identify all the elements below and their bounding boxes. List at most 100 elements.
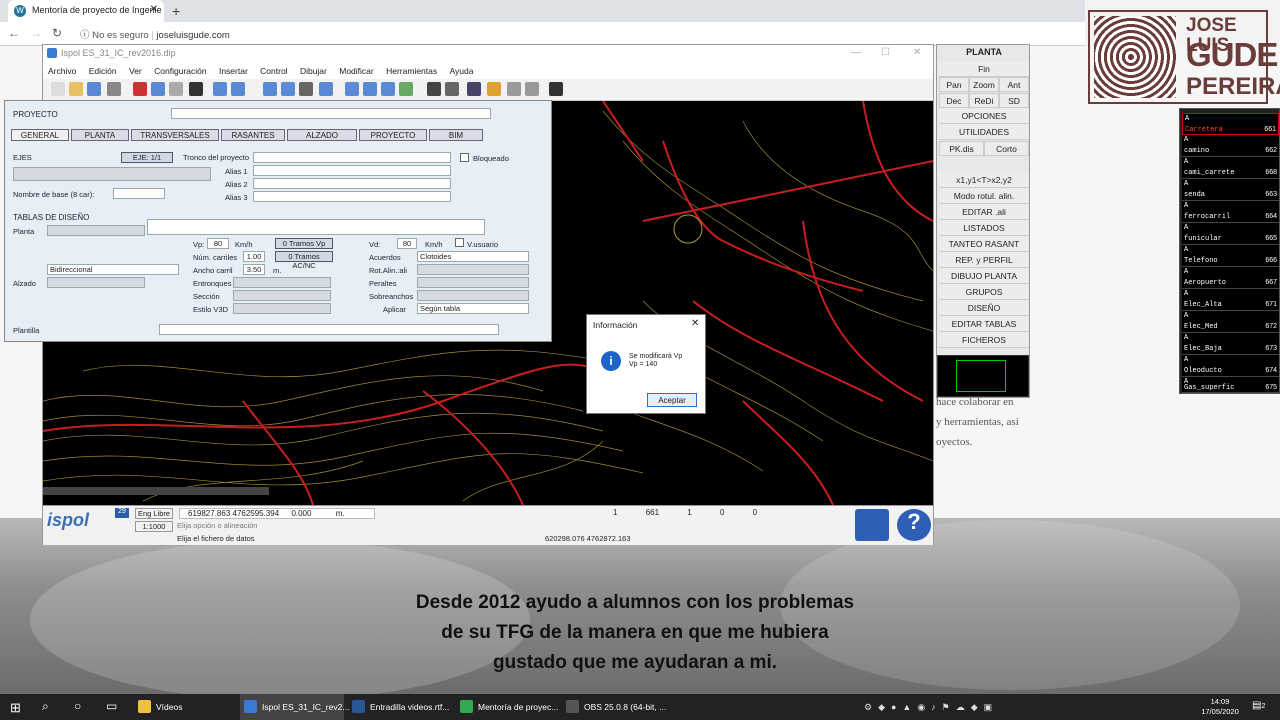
listados-button[interactable]: LISTADOS <box>939 221 1029 236</box>
new-tab-icon[interactable]: + <box>172 3 180 19</box>
toolbar-tool-icon[interactable] <box>487 82 501 96</box>
layer-item[interactable]: Acami_carrete 668 <box>1182 157 1279 179</box>
alzado-table-field[interactable] <box>47 277 145 288</box>
menu-control[interactable]: Control <box>260 63 287 76</box>
minimize-icon[interactable]: — <box>851 47 861 58</box>
tab-proyecto[interactable]: PROYECTO <box>359 129 427 141</box>
pkdis-button[interactable]: PK.dis <box>939 141 984 156</box>
search-icon[interactable]: ⌕ <box>42 699 49 714</box>
layer-item[interactable]: Acamino 662 <box>1182 135 1279 157</box>
menu-ayuda[interactable]: Ayuda <box>450 63 474 76</box>
toolbar-tool-icon[interactable] <box>363 82 377 96</box>
editar-ali-button[interactable]: EDITAR .ali <box>939 205 1029 220</box>
layer-item[interactable]: A Telefono 666 <box>1182 245 1279 267</box>
toolbar-tool-icon[interactable] <box>381 82 395 96</box>
grupos-button[interactable]: GRUPOS <box>939 285 1029 300</box>
eng-libre-button[interactable]: Eng Libre <box>135 508 173 519</box>
toolbar-tool-icon[interactable] <box>263 82 277 96</box>
taskbar-item-chrome[interactable]: Mentoría de proyec... <box>456 694 560 720</box>
rot-alin-field[interactable] <box>417 264 529 275</box>
toolbar-tool-icon[interactable] <box>51 82 65 96</box>
tab-rasantes[interactable]: RASANTES <box>221 129 285 141</box>
corto-button[interactable]: Corto <box>984 141 1029 156</box>
layer-item[interactable]: A Oleoducto 674 <box>1182 355 1279 377</box>
windows-start-icon[interactable]: ⊞ <box>10 700 21 716</box>
sobreanchos-field[interactable] <box>417 290 529 301</box>
aplicar-select[interactable]: Según tabla <box>417 303 529 314</box>
layer-item[interactable]: A Elec_Med 672 <box>1182 311 1279 333</box>
alias-1-field[interactable] <box>253 165 451 176</box>
opciones-button[interactable]: OPCIONES <box>939 109 1029 124</box>
tab-bim[interactable]: BIM <box>429 129 483 141</box>
toolbar-tool-icon[interactable] <box>69 82 83 96</box>
forward-icon[interactable]: → <box>30 26 42 40</box>
tab-planta[interactable]: PLANTA <box>71 129 129 141</box>
toolbar-tool-icon[interactable] <box>281 82 295 96</box>
bloqueado-checkbox[interactable] <box>460 153 469 162</box>
reload-icon[interactable]: ↻ <box>52 26 62 40</box>
ant-button[interactable]: Ant <box>999 77 1029 92</box>
alias-2-field[interactable] <box>253 178 451 189</box>
seccion-field[interactable] <box>233 290 331 301</box>
menu-archivo[interactable]: Archivo <box>48 63 76 76</box>
toolbar-tool-icon[interactable] <box>189 82 203 96</box>
fin-button[interactable]: Fin <box>939 62 1029 77</box>
layer-item[interactable]: A Carretera 661 <box>1182 113 1279 135</box>
menu-herramientas[interactable]: Herramientas <box>386 63 437 76</box>
ancho-field[interactable]: 3.50 <box>243 264 265 275</box>
vusuario-checkbox[interactable] <box>455 238 464 247</box>
redi-button[interactable]: ReDi <box>969 93 999 108</box>
toolbar-tool-icon[interactable] <box>213 82 227 96</box>
site-logo[interactable]: JOSE LUIS GUDE PEREIRA <box>1088 10 1280 104</box>
menu-configuracion[interactable]: Configuración <box>154 63 206 76</box>
coords-button[interactable]: x1,y1<T>x2,y2 <box>939 173 1029 188</box>
toolbar-tool-icon[interactable] <box>319 82 333 96</box>
taskbar-item-ispol[interactable]: Ispol ES_31_IC_rev2... <box>240 694 349 720</box>
toolbar-tool-icon[interactable] <box>87 82 101 96</box>
toolbar-tool-icon[interactable] <box>507 82 521 96</box>
acuerdos-select[interactable]: Clotoides <box>417 251 529 262</box>
menu-insertar[interactable]: Insertar <box>219 63 248 76</box>
sentido-select[interactable]: Bidireccional <box>47 264 179 275</box>
maximize-icon[interactable]: ☐ <box>881 47 890 58</box>
menu-modificar[interactable]: Modificar <box>339 63 373 76</box>
proyecto-field[interactable] <box>171 108 491 119</box>
pan-button[interactable]: Pan <box>939 77 969 92</box>
cortana-icon[interactable]: ○ <box>74 699 81 713</box>
dec-button[interactable]: Dec <box>939 93 969 108</box>
eje-name-field[interactable] <box>253 152 451 163</box>
diseno-button[interactable]: DISEÑO <box>939 301 1029 316</box>
close-window-icon[interactable]: ✕ <box>913 47 921 58</box>
planta-table-field[interactable] <box>47 225 145 236</box>
accept-button[interactable]: Aceptar <box>647 393 697 407</box>
scrollbar-strip[interactable] <box>43 487 269 495</box>
tramos-acnc-button[interactable]: 0 Tramos AC/NC <box>275 251 333 270</box>
layer-item[interactable]: A Elec_Alta 671 <box>1182 289 1279 311</box>
menu-dibujar[interactable]: Dibujar <box>300 63 327 76</box>
url-field[interactable]: ⓘ No es seguro | joseluisgude.com <box>80 27 230 41</box>
clock[interactable]: 14:09 17/05/2020 <box>1196 697 1244 717</box>
ejes-list[interactable] <box>13 167 211 181</box>
tab-alzado[interactable]: ALZADO <box>287 129 357 141</box>
eje-selector-button[interactable]: EJE: 1/1 <box>121 152 173 163</box>
estilo-select[interactable] <box>233 303 331 314</box>
rep-perfil-button[interactable]: REP. y PERFIL <box>939 253 1029 268</box>
layer-item[interactable]: A Aeropuerto 667 <box>1182 267 1279 289</box>
toolbar-tool-icon[interactable] <box>427 82 441 96</box>
alias-3-field[interactable] <box>253 191 451 202</box>
sd-button[interactable]: SD <box>999 93 1029 108</box>
toolbar-tool-icon[interactable] <box>399 82 413 96</box>
toolbar-tool-icon[interactable] <box>107 82 121 96</box>
dialog-close-icon[interactable]: ✕ <box>691 318 699 329</box>
peraltes-field[interactable] <box>417 277 529 288</box>
ficheros-button[interactable]: FICHEROS <box>939 333 1029 348</box>
window-title-bar[interactable]: Ispol ES_31_IC_rev2016.dip — ☐ ✕ <box>43 45 933 63</box>
toolbar-tool-icon[interactable] <box>169 82 183 96</box>
taskbar-item-word[interactable]: Entradilla videos.rtf... <box>348 694 452 720</box>
entronques-field[interactable] <box>233 277 331 288</box>
dibujo-planta-button[interactable]: DIBUJO PLANTA <box>939 269 1029 284</box>
tab-transversales[interactable]: TRANSVERSALES <box>131 129 219 141</box>
toolbar-tool-icon[interactable] <box>445 82 459 96</box>
back-icon[interactable]: ← <box>8 26 20 40</box>
tablas-field[interactable] <box>147 219 485 235</box>
